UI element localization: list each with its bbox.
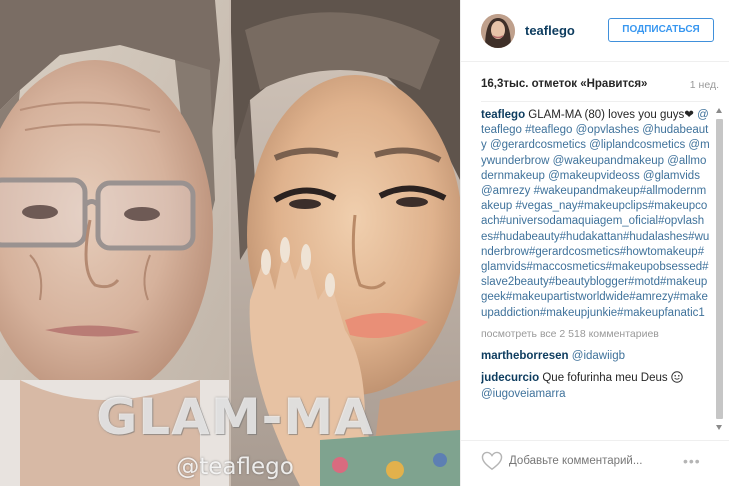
scroll-up-arrow-icon[interactable] xyxy=(716,108,722,113)
comment-item: martheborresen @idawiigb xyxy=(481,349,710,364)
post-header: teaflego ПОДПИСАТЬСЯ xyxy=(461,0,729,62)
likes-count[interactable]: 16,3тыс. отметок «Нравится» xyxy=(481,78,647,90)
post-photo[interactable]: GLAM-MA @teaflego xyxy=(0,0,460,486)
caption-text: GLAM-MA (80) loves you guys xyxy=(528,109,685,121)
more-options-icon[interactable]: ••• xyxy=(683,451,705,471)
divider xyxy=(481,101,710,102)
instagram-post-window: GLAM-MA @teaflego teaflego ПОДПИСАТЬСЯ 1… xyxy=(0,0,729,486)
watermark-handle: @teaflego xyxy=(176,454,294,480)
comment-text[interactable]: @idawiigb xyxy=(572,350,625,362)
post-sidebar: teaflego ПОДПИСАТЬСЯ 16,3тыс. отметок «Н… xyxy=(460,0,729,486)
post-footer: ••• xyxy=(461,440,729,486)
comment-text[interactable]: @iugoveiamarra xyxy=(481,388,566,400)
like-heart-icon[interactable] xyxy=(481,451,503,471)
watermark-title: GLAM-MA xyxy=(96,388,374,446)
scroll-thumb[interactable] xyxy=(716,119,723,419)
comment-item: @iugoveiamarra xyxy=(481,387,710,402)
caption-username[interactable]: teaflego xyxy=(481,109,525,121)
view-all-comments-link[interactable]: посмотреть все 2 518 комментариев xyxy=(481,327,710,342)
avatar-image-icon xyxy=(481,14,515,48)
heart-emoji-icon: ❤ xyxy=(684,109,694,121)
comment-username[interactable]: martheborresen xyxy=(481,350,569,362)
comment-item: judecurcio Que fofurinha meu Deus xyxy=(481,371,710,386)
comment-text: Que fofurinha meu Deus xyxy=(542,372,668,385)
scroll-down-arrow-icon[interactable] xyxy=(716,425,722,430)
header-username[interactable]: teaflego xyxy=(525,23,575,38)
follow-button[interactable]: ПОДПИСАТЬСЯ xyxy=(608,18,714,42)
slightly-smiling-face-icon xyxy=(671,371,683,383)
comments-list[interactable]: teaflego GLAM-MA (80) loves you guys❤ @t… xyxy=(481,108,710,438)
post-timestamp[interactable]: 1 нед. xyxy=(690,79,719,91)
comment-username[interactable]: judecurcio xyxy=(481,372,539,384)
caption-hashtags[interactable]: @teaflego #teaflego @opvlashes @hudabeau… xyxy=(481,109,710,319)
avatar[interactable] xyxy=(481,14,515,48)
likes-row: 16,3тыс. отметок «Нравится» 1 нед. xyxy=(481,78,719,94)
comments-scrollbar[interactable] xyxy=(715,108,724,430)
post-caption: teaflego GLAM-MA (80) loves you guys❤ @t… xyxy=(481,108,710,321)
add-comment-input[interactable] xyxy=(509,450,669,472)
